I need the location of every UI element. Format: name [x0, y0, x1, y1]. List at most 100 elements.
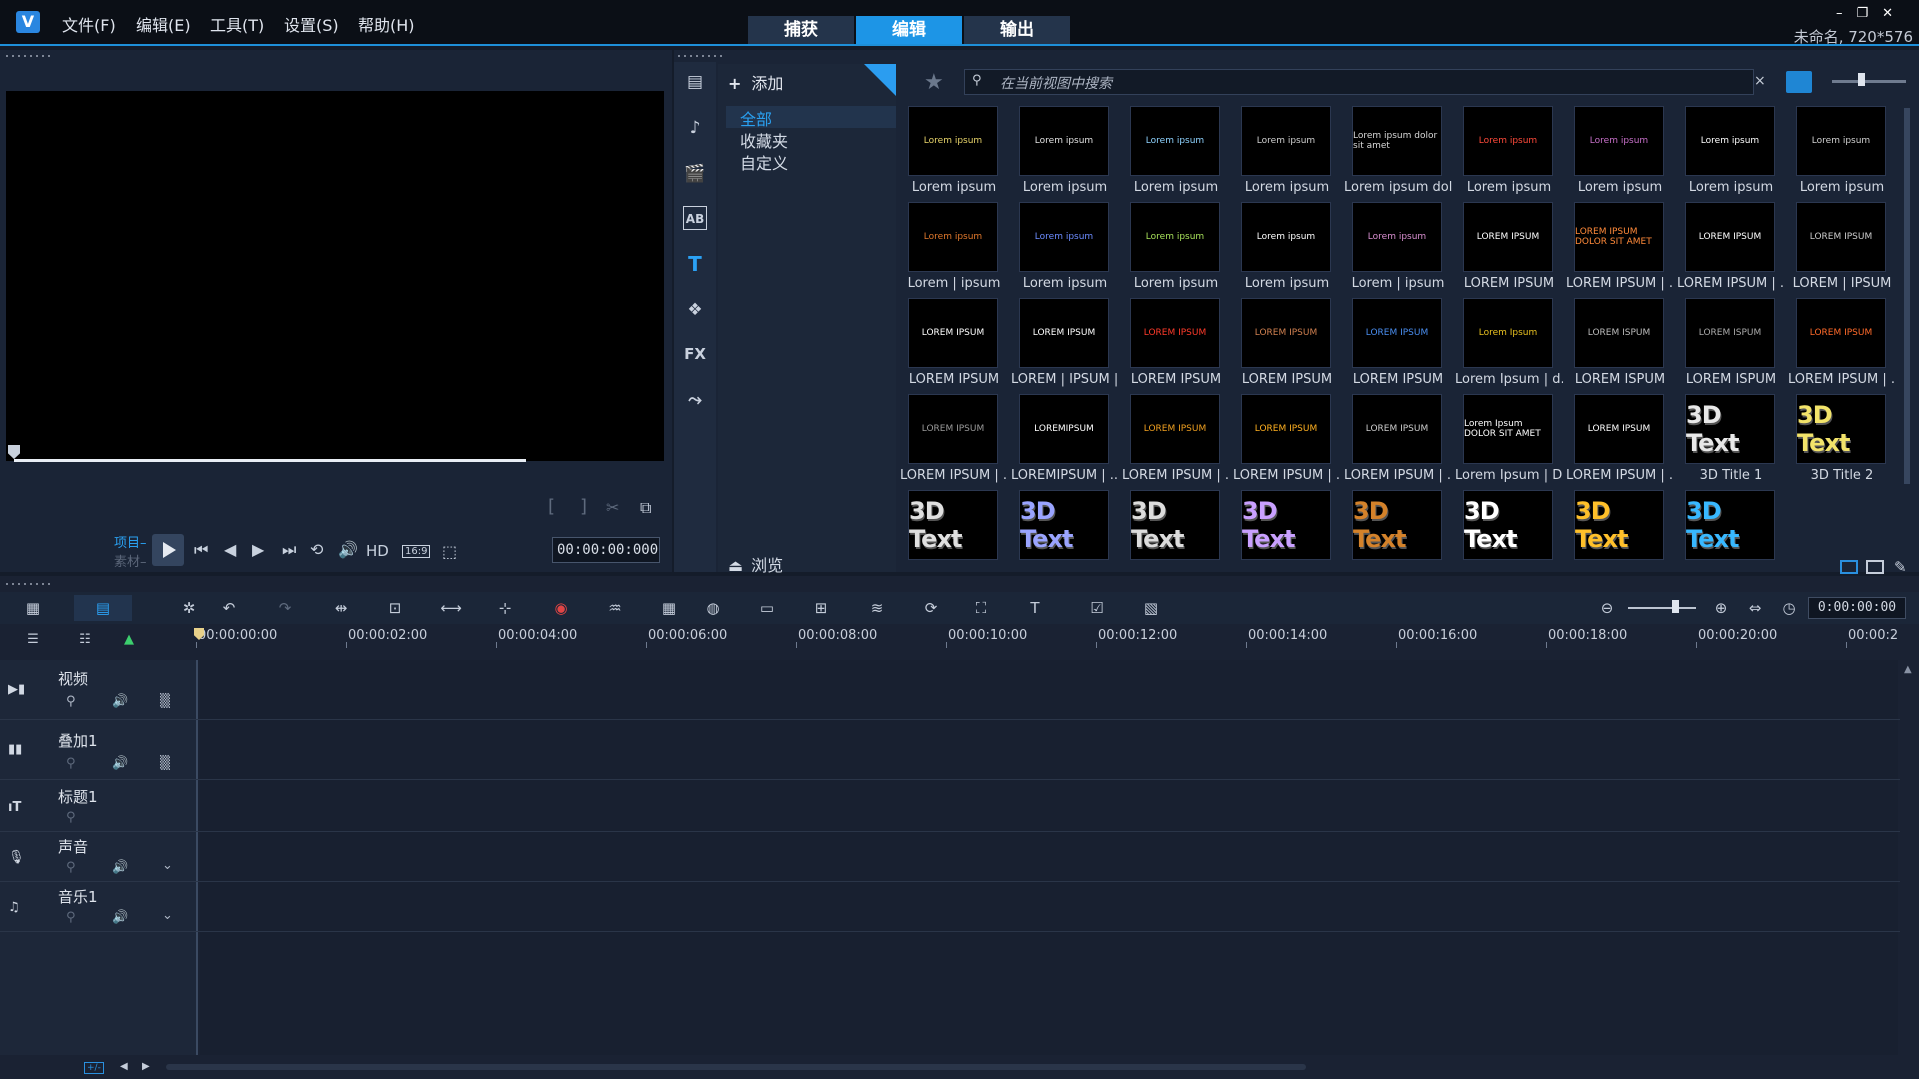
menu-settings[interactable]: 设置(S): [284, 12, 339, 36]
link-icon[interactable]: ⚲: [66, 910, 76, 925]
title-thumbnail[interactable]: 3D Text: [1455, 490, 1563, 586]
title-thumbnail[interactable]: Lorem Ipsum DOLOR SIT AMET Lorem Ipsum | …: [1455, 394, 1563, 490]
folder-all[interactable]: 全部: [740, 106, 772, 130]
track-zoom-button[interactable]: +/-: [84, 1062, 104, 1074]
instant-project-icon[interactable]: 🎬: [683, 162, 707, 186]
volume-icon[interactable]: 🔊: [112, 756, 128, 771]
title-thumbnail[interactable]: 3D Text: [1011, 490, 1119, 586]
scroll-left-icon[interactable]: ◀: [120, 1061, 128, 1072]
mask-icon[interactable]: ◍: [702, 598, 724, 618]
chevron-down-icon[interactable]: ⌄: [162, 858, 173, 873]
edit-icon[interactable]: ✎: [1894, 558, 1907, 576]
grid-view-icon[interactable]: [1866, 560, 1884, 574]
subtitle-icon[interactable]: ▭: [756, 598, 778, 618]
title-thumbnail[interactable]: LOREM IPSUM LOREM IPSUM: [900, 298, 1008, 394]
zoom-knob[interactable]: [1672, 600, 1679, 613]
title-thumbnail[interactable]: 3D Text: [1233, 490, 1341, 586]
ripple-icon[interactable]: ⟷: [440, 598, 462, 618]
title-thumbnail[interactable]: LOREM IPSUM LOREM IPSUM: [1233, 298, 1341, 394]
preview-screen[interactable]: [6, 91, 664, 461]
mark-out-button[interactable]: ]: [580, 496, 587, 517]
title-thumbnail[interactable]: Lorem ipsum Lorem | ipsum: [1344, 202, 1452, 298]
thumbnail-size-knob[interactable]: [1858, 73, 1865, 86]
transition-icon[interactable]: AB: [683, 206, 707, 230]
title-thumbnail[interactable]: LOREM IPSUM LOREM IPSUM: [1122, 298, 1230, 394]
title-thumbnail[interactable]: LOREM ISPUM LOREM ISPUM: [1677, 298, 1785, 394]
timeline-horizontal-scrollbar[interactable]: [166, 1064, 1306, 1070]
home-icon[interactable]: ⏮: [194, 540, 208, 560]
undo-icon[interactable]: ↶: [218, 598, 240, 618]
chevron-down-icon[interactable]: ⌄: [162, 908, 173, 923]
title-thumbnail[interactable]: Lorem ipsum Lorem ipsum: [1566, 106, 1674, 202]
fit-project-icon[interactable]: ⇔: [1744, 598, 1766, 618]
clip-mode-label[interactable]: 素材–: [114, 551, 147, 570]
title-thumbnail[interactable]: 3D Text 3D Title 1: [1677, 394, 1785, 490]
scroll-right-icon[interactable]: ▶: [142, 1061, 150, 1072]
title-thumbnail[interactable]: Lorem ipsum Lorem ipsum: [1233, 106, 1341, 202]
link-icon[interactable]: ⚲: [66, 756, 76, 771]
link-icon[interactable]: ⚲: [66, 860, 76, 875]
project-mode-label[interactable]: 项目–: [114, 532, 147, 551]
hd-toggle[interactable]: HD: [366, 542, 389, 560]
preview-timecode[interactable]: 00:00:00:000: [552, 537, 660, 563]
title-thumbnail[interactable]: Lorem ipsum Lorem ipsum: [900, 106, 1008, 202]
previous-frame-icon[interactable]: ◀: [224, 540, 236, 559]
title-thumbnail[interactable]: LOREM IPSUM DOLOR SIT AMET LOREM IPSUM | …: [1566, 202, 1674, 298]
title-icon[interactable]: T: [683, 252, 707, 276]
favorites-star-icon[interactable]: ★: [924, 70, 944, 95]
title-thumbnail[interactable]: LOREM IPSUM LOREM IPSUM: [1344, 298, 1452, 394]
minimize-icon[interactable]: –: [1836, 6, 1857, 21]
mark-in-button[interactable]: [: [548, 496, 555, 517]
redo-icon[interactable]: ↷: [274, 598, 296, 618]
rotate-icon[interactable]: ⟳: [920, 598, 942, 618]
end-icon[interactable]: ⏭: [282, 540, 296, 560]
record-icon[interactable]: ⊡: [384, 598, 406, 618]
split-icon[interactable]: ✂: [606, 498, 619, 517]
panel-grip-icon[interactable]: [4, 54, 52, 58]
panel-grip-icon[interactable]: [4, 582, 52, 586]
title-thumbnail[interactable]: LOREM IPSUM LOREM IPSUM | ...: [1566, 394, 1674, 490]
link-icon[interactable]: ⚲: [66, 810, 76, 825]
title-3d-icon[interactable]: T: [1024, 598, 1046, 618]
clock-icon[interactable]: ◷: [1778, 598, 1800, 618]
repeat-icon[interactable]: ⟲: [310, 540, 323, 559]
next-frame-icon[interactable]: ▶: [252, 540, 264, 559]
ripple-toggle-icon[interactable]: ▒: [160, 694, 170, 709]
restore-icon[interactable]: ❐: [1856, 6, 1882, 21]
scroll-up-icon[interactable]: ▲: [1904, 664, 1912, 675]
audio-icon[interactable]: ♪: [683, 116, 707, 140]
volume-icon[interactable]: 🔊: [112, 694, 128, 709]
fit-icon[interactable]: ⇹: [330, 598, 352, 618]
title-thumbnail[interactable]: 3D Text: [1677, 490, 1785, 586]
title-thumbnail[interactable]: 3D Text: [900, 490, 1008, 586]
zoom-out-icon[interactable]: ⊖: [1596, 598, 1618, 618]
title-thumbnail[interactable]: 3D Text 3D Title 2: [1788, 394, 1896, 490]
browse-button[interactable]: ⏏ 浏览: [728, 552, 783, 576]
view-toggle-button[interactable]: [1786, 71, 1812, 93]
title-thumbnail[interactable]: Lorem ipsum Lorem ipsum: [1677, 106, 1785, 202]
volume-icon[interactable]: 🔊: [112, 910, 128, 925]
title-thumbnail[interactable]: LOREM ISPUM LOREM ISPUM: [1566, 298, 1674, 394]
title-thumbnail[interactable]: Lorem ipsum Lorem ipsum: [1122, 202, 1230, 298]
window-controls[interactable]: –❐✕: [1836, 6, 1907, 21]
title-thumbnail[interactable]: Lorem ipsum Lorem ipsum: [1788, 106, 1896, 202]
folder-custom[interactable]: 自定义: [740, 150, 788, 174]
title-thumbnail[interactable]: LOREM IPSUM LOREM IPSUM: [1455, 202, 1563, 298]
chapter-icon[interactable]: ☷: [74, 630, 96, 650]
timeline-vertical-scrollbar[interactable]: ▲: [1900, 660, 1919, 1055]
title-thumbnail[interactable]: 3D Text: [1122, 490, 1230, 586]
title-thumbnail[interactable]: Lorem ipsum Lorem | ipsum: [900, 202, 1008, 298]
tools-icon[interactable]: ✲: [178, 598, 200, 618]
menu-file[interactable]: 文件(F): [62, 12, 116, 36]
title-thumbnail[interactable]: LOREM IPSUM LOREM IPSUM | ...: [1344, 394, 1452, 490]
thumbnail-size-slider[interactable]: [1832, 80, 1906, 83]
track-manager-icon[interactable]: ☰: [22, 630, 44, 650]
title-thumbnail[interactable]: Lorem ipsum Lorem ipsum: [1011, 202, 1119, 298]
add-marker-icon[interactable]: ▲: [118, 630, 140, 650]
list-view-icon[interactable]: [1840, 560, 1858, 574]
ripple-toggle-icon[interactable]: ▒: [160, 756, 170, 771]
title-thumbnail[interactable]: 3D Text: [1566, 490, 1674, 586]
title-thumbnail[interactable]: Lorem Ipsum Lorem Ipsum | d...: [1455, 298, 1563, 394]
title-thumbnail[interactable]: 3D Text: [1344, 490, 1452, 586]
title-thumbnail[interactable]: Lorem ipsum Lorem ipsum: [1233, 202, 1341, 298]
